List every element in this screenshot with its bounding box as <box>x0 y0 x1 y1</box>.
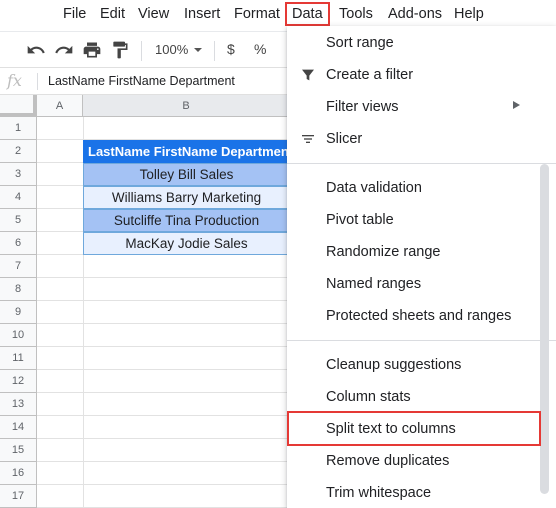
menu-item-label: Trim whitespace <box>326 485 432 501</box>
menu-format[interactable]: Format <box>234 6 280 22</box>
row-header[interactable]: 5 <box>0 209 37 232</box>
menu-insert[interactable]: Insert <box>184 6 220 22</box>
menu-scrollbar[interactable] <box>540 164 549 494</box>
menu-item-label: Randomize range <box>326 244 441 260</box>
select-all-corner[interactable] <box>0 95 37 117</box>
split-text-highlight-box <box>287 411 541 446</box>
formula-input[interactable]: LastName FirstName Department <box>48 74 235 88</box>
menu-item-data-validation[interactable]: Data validation <box>287 172 556 204</box>
column-header-b[interactable]: B <box>83 95 290 117</box>
cell-b3[interactable]: Tolley Bill Sales <box>83 163 290 186</box>
row-header[interactable]: 13 <box>0 393 37 416</box>
percent-format-button[interactable]: % <box>254 41 266 57</box>
row-header[interactable]: 11 <box>0 347 37 370</box>
menu-addons[interactable]: Add-ons <box>388 6 442 22</box>
menu-divider <box>287 163 556 164</box>
menu-item-filter-views[interactable]: Filter views <box>287 91 556 123</box>
menu-item-slicer[interactable]: Slicer <box>287 123 556 155</box>
menu-item-label: Filter views <box>326 99 399 115</box>
undo-icon[interactable] <box>26 40 46 60</box>
slicer-icon <box>302 135 314 143</box>
zoom-select[interactable]: 100% <box>155 42 188 57</box>
row-header[interactable]: 17 <box>0 485 37 508</box>
menu-divider <box>287 340 556 341</box>
menu-item-remove-duplicates[interactable]: Remove duplicates <box>287 445 556 477</box>
menu-item-cleanup-suggestions[interactable]: Cleanup suggestions <box>287 349 556 381</box>
row-header[interactable]: 10 <box>0 324 37 347</box>
chevron-down-icon[interactable] <box>193 45 203 55</box>
cell-b2[interactable]: LastName FirstName Department <box>83 140 290 163</box>
row-header[interactable]: 14 <box>0 416 37 439</box>
menu-data[interactable]: Data <box>285 2 330 26</box>
menu-edit[interactable]: Edit <box>100 6 125 22</box>
menu-item-label: Named ranges <box>326 276 422 292</box>
row-header[interactable]: 8 <box>0 278 37 301</box>
menu-item-label: Slicer <box>326 131 363 147</box>
toolbar-divider <box>141 41 142 61</box>
cell-b5[interactable]: Sutcliffe Tina Production <box>83 209 290 232</box>
row-header[interactable]: 15 <box>0 439 37 462</box>
menu-item-label: Pivot table <box>326 212 394 228</box>
fx-icon: fx <box>7 71 22 90</box>
menu-item-protected-sheets[interactable]: Protected sheets and ranges <box>287 300 556 332</box>
cell-b4[interactable]: Williams Barry Marketing <box>83 186 290 209</box>
menu-item-sort-range[interactable]: Sort range <box>287 27 556 59</box>
row-header[interactable]: 9 <box>0 301 37 324</box>
formula-divider <box>37 73 38 90</box>
menu-item-trim-whitespace[interactable]: Trim whitespace <box>287 477 556 508</box>
menu-item-column-stats[interactable]: Column stats <box>287 381 556 413</box>
column-header-a[interactable]: A <box>37 95 83 117</box>
paint-format-icon[interactable] <box>110 40 130 60</box>
menu-item-label: Data validation <box>326 180 422 196</box>
menu-item-label: Remove duplicates <box>326 453 450 469</box>
menu-item-label: Column stats <box>326 389 411 405</box>
row-header[interactable]: 3 <box>0 163 37 186</box>
menu-item-create-filter[interactable]: Create a filter <box>287 59 556 91</box>
menu-view[interactable]: View <box>138 6 169 22</box>
menu-item-label: Cleanup suggestions <box>326 357 462 373</box>
filter-icon <box>302 69 314 81</box>
row-header[interactable]: 4 <box>0 186 37 209</box>
row-header[interactable]: 6 <box>0 232 37 255</box>
menu-item-label: Protected sheets and ranges <box>326 308 512 324</box>
row-header[interactable]: 1 <box>0 117 37 140</box>
row-header[interactable]: 2 <box>0 140 37 163</box>
row-header[interactable]: 12 <box>0 370 37 393</box>
row-header[interactable]: 7 <box>0 255 37 278</box>
menu-item-label: Sort range <box>326 35 394 51</box>
menu-item-pivot-table[interactable]: Pivot table <box>287 204 556 236</box>
menu-file[interactable]: File <box>63 6 86 22</box>
row-header[interactable]: 16 <box>0 462 37 485</box>
menu-help[interactable]: Help <box>454 6 484 22</box>
submenu-arrow-icon <box>513 101 520 109</box>
menu-item-named-ranges[interactable]: Named ranges <box>287 268 556 300</box>
print-icon[interactable] <box>82 40 102 60</box>
menu-item-label: Create a filter <box>326 67 414 83</box>
currency-format-button[interactable]: $ <box>227 41 235 57</box>
redo-icon[interactable] <box>54 40 74 60</box>
menu-tools[interactable]: Tools <box>339 6 373 22</box>
toolbar-divider <box>214 41 215 61</box>
cell-b6[interactable]: MacKay Jodie Sales <box>83 232 290 255</box>
menu-item-randomize-range[interactable]: Randomize range <box>287 236 556 268</box>
